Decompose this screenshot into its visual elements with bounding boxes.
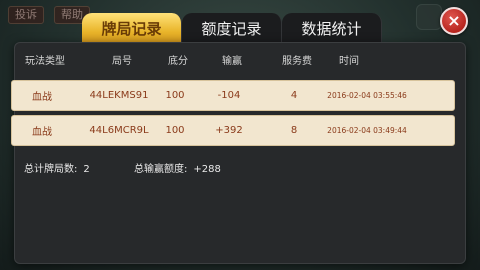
header-service-fee: 服务费 — [282, 55, 312, 67]
header-base-score: 底分 — [168, 55, 188, 67]
header-win-loss: 输赢 — [222, 55, 242, 67]
total-win-summary: 总输赢额度: +288 — [134, 160, 221, 175]
menu-icon — [416, 4, 442, 30]
total-games-value: 2 — [83, 164, 90, 175]
table-header: 玩法类型 局号 底分 输赢 服务费 时间 — [15, 47, 467, 71]
cell-game-id: 44L6MCR9L — [89, 125, 149, 136]
cell-base-score: 100 — [165, 125, 185, 136]
tab-statistics[interactable]: 数据统计 — [282, 13, 382, 44]
cell-win-loss: -104 — [217, 90, 241, 101]
cell-base-score: 100 — [165, 90, 185, 101]
cell-game-id: 44LEKMS91 — [89, 90, 149, 101]
total-win-value: +288 — [193, 164, 221, 175]
table-row[interactable]: 血战 44LEKMS91 100 -104 4 2016-02-04 03:55… — [11, 80, 455, 111]
total-games-label: 总计牌局数: — [24, 164, 78, 175]
table-row[interactable]: 血战 44L6MCR9L 100 +392 8 2016-02-04 03:49… — [11, 115, 455, 146]
records-panel: 玩法类型 局号 底分 输赢 服务费 时间 — [14, 42, 466, 264]
complaint-button[interactable]: 投诉 — [8, 6, 44, 24]
cell-time: 2016-02-04 03:55:46 — [327, 91, 407, 100]
tab-game-records[interactable]: 牌局记录 — [82, 13, 182, 44]
cell-game-type: 血战 — [32, 92, 52, 103]
cell-time: 2016-02-04 03:49:44 — [327, 126, 407, 135]
total-win-label: 总输赢额度: — [134, 164, 188, 175]
close-icon[interactable]: × — [440, 7, 468, 35]
header-game-type: 玩法类型 — [25, 55, 65, 67]
total-games-summary: 总计牌局数: 2 — [24, 160, 90, 175]
cell-game-type: 血战 — [32, 127, 52, 138]
header-time: 时间 — [339, 55, 359, 67]
cell-win-loss: +392 — [215, 125, 243, 136]
header-game-id: 局号 — [112, 55, 132, 67]
tab-credit-records[interactable]: 额度记录 — [182, 13, 282, 44]
record-tabs: 牌局记录 额度记录 数据统计 — [82, 13, 382, 44]
